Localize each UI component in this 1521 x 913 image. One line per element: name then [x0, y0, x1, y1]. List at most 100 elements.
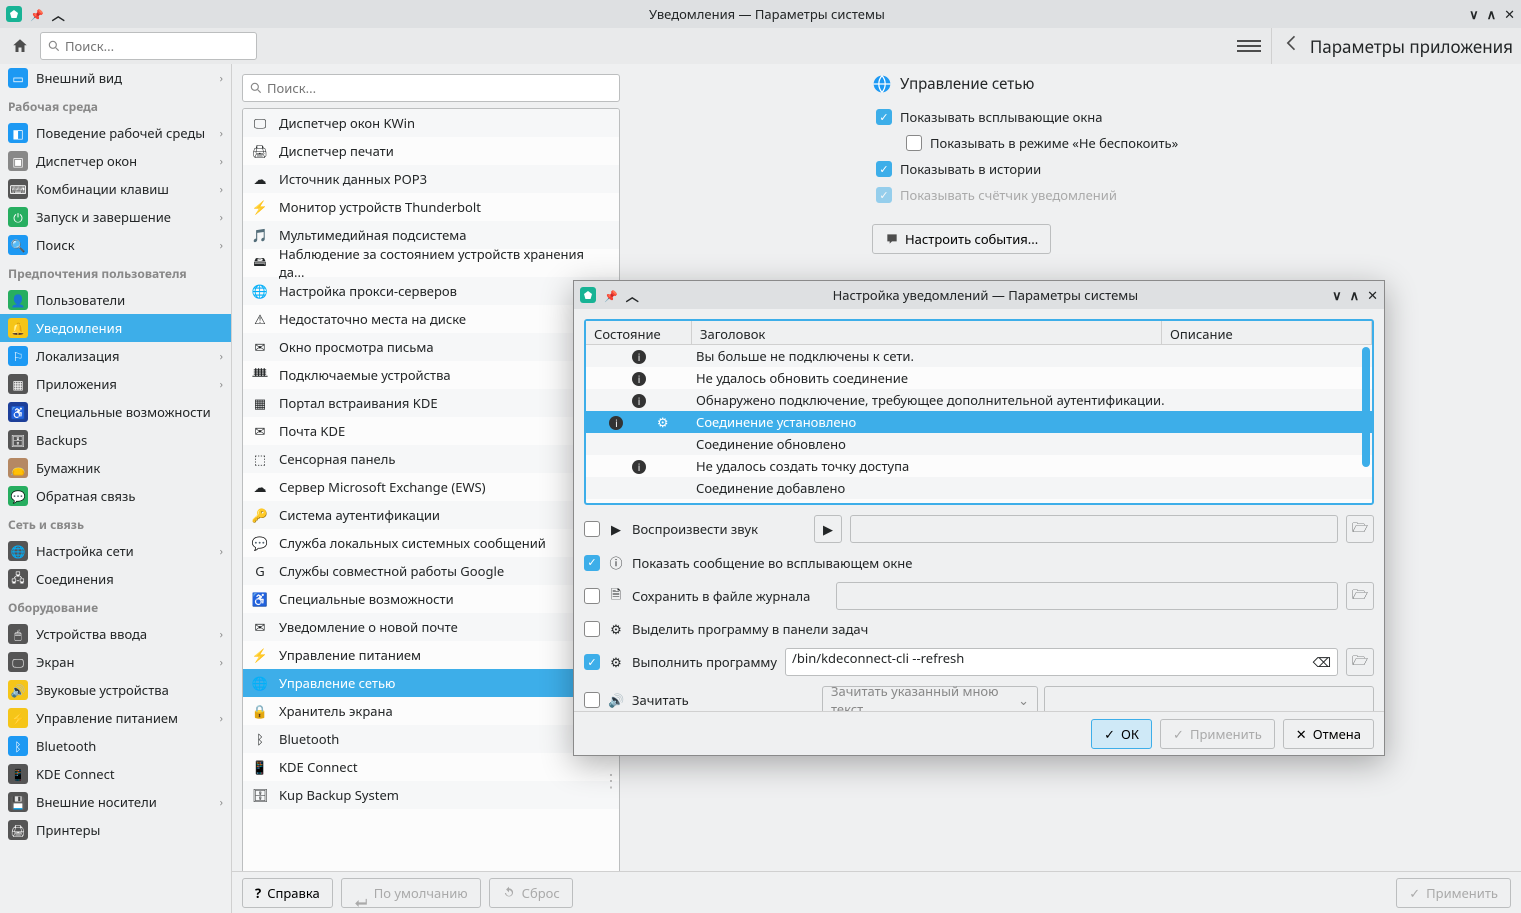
event-row[interactable]: i Вы больше не подключены к сети.: [586, 345, 1372, 367]
browse-log-button[interactable]: 🗁: [1346, 582, 1374, 610]
option-speak[interactable]: 🔊 Зачитать Зачитать указанный мною текст…: [584, 686, 1374, 711]
sidebar-item-input-devices[interactable]: 🖱Устройства ввода›: [0, 620, 231, 648]
preview-sound-button[interactable]: ▶: [814, 515, 842, 543]
app-row[interactable]: 🌐Управление сетью: [243, 669, 619, 697]
scrollbar[interactable]: [1362, 347, 1370, 467]
apply-button[interactable]: ✓ Применить: [1396, 878, 1511, 908]
log-file-input[interactable]: [836, 582, 1338, 610]
sidebar-item-accessibility[interactable]: ♿Специальные возможности: [0, 398, 231, 426]
option-show-history[interactable]: Показывать в истории: [872, 156, 1252, 182]
sidebar-search-input[interactable]: [40, 32, 257, 60]
minimize-icon[interactable]: [1332, 286, 1342, 304]
event-row[interactable]: i Не удалось получить пароли и ключи: [586, 499, 1372, 503]
app-row[interactable]: ✉Почта KDE: [243, 417, 619, 445]
col-desc[interactable]: Описание: [1162, 321, 1372, 344]
app-row[interactable]: 🖨Диспетчер печати: [243, 137, 619, 165]
sidebar-item-printers[interactable]: 🖨Принтеры: [0, 816, 231, 844]
option-play-sound[interactable]: ▶ Воспроизвести звук ▶ 🗁: [584, 515, 1374, 543]
sidebar-item-backups[interactable]: 🗄Backups: [0, 426, 231, 454]
close-icon[interactable]: [1367, 286, 1378, 304]
browse-sound-button[interactable]: 🗁: [1346, 515, 1374, 543]
col-state[interactable]: Состояние: [586, 321, 692, 344]
app-search-input[interactable]: [242, 74, 620, 102]
maximize-icon[interactable]: [1350, 286, 1360, 304]
app-row[interactable]: 🔑Система аутентификации: [243, 501, 619, 529]
col-title[interactable]: Заголовок: [692, 321, 1162, 344]
sidebar-item-search[interactable]: 🔍Поиск›: [0, 231, 231, 259]
option-show-popup[interactable]: ⓘ Показать сообщение во всплывающем окне: [584, 553, 1374, 572]
sidebar-item-removable[interactable]: 💾Внешние носители›: [0, 788, 231, 816]
help-button[interactable]: ? Справка: [242, 878, 333, 908]
app-row[interactable]: 💬Служба локальных системных сообщений: [243, 529, 619, 557]
sidebar-item-feedback[interactable]: 💬Обратная связь: [0, 482, 231, 510]
chevron-up-icon[interactable]: [626, 286, 639, 305]
pin-icon[interactable]: [604, 286, 618, 304]
app-row[interactable]: ᛒBluetooth: [243, 725, 619, 753]
reset-button[interactable]: Сброс: [489, 878, 573, 908]
sidebar-item-power[interactable]: ⚡Управление питанием›: [0, 704, 231, 732]
app-row[interactable]: ✉Уведомление о новой почте: [243, 613, 619, 641]
app-row[interactable]: ☁Источник данных POP3: [243, 165, 619, 193]
event-row[interactable]: Соединение добавлено: [586, 477, 1372, 499]
dialog-apply-button[interactable]: ✓ Применить: [1160, 719, 1275, 749]
sound-file-input[interactable]: [850, 515, 1338, 543]
event-row[interactable]: i Не удалось создать точку доступа: [586, 455, 1372, 477]
close-icon[interactable]: [1504, 5, 1515, 23]
maximize-icon[interactable]: [1487, 5, 1497, 23]
app-row[interactable]: ♿Специальные возможности: [243, 585, 619, 613]
configure-events-button[interactable]: Настроить события...: [872, 224, 1051, 254]
sidebar-item-appearance[interactable]: ▭Внешний вид›: [0, 64, 231, 92]
option-log-file[interactable]: 🗎 Сохранить в файле журнала 🗁: [584, 582, 1374, 610]
option-show-dnd[interactable]: Показывать в режиме «Не беспокоить»: [872, 130, 1252, 156]
app-row[interactable]: GСлужбы совместной работы Google: [243, 557, 619, 585]
menu-button[interactable]: [1237, 34, 1261, 58]
app-list[interactable]: 🖵Диспетчер окон KWin🖨Диспетчер печати☁Ис…: [242, 108, 620, 903]
sidebar-item-kdeconnect[interactable]: 📱KDE Connect: [0, 760, 231, 788]
run-command-input[interactable]: /bin/kdeconnect-cli --refresh ⌫: [785, 648, 1338, 676]
app-row[interactable]: ⚡Монитор устройств Thunderbolt: [243, 193, 619, 221]
pin-icon[interactable]: [30, 5, 44, 23]
sidebar-item-notifications[interactable]: 🔔Уведомления: [0, 314, 231, 342]
sidebar-item-applications[interactable]: ▦Приложения›: [0, 370, 231, 398]
app-row[interactable]: ⚡Управление питанием: [243, 641, 619, 669]
sidebar-item-startup[interactable]: ⏻Запуск и завершение›: [0, 203, 231, 231]
event-row[interactable]: i Обнаружено подключение, требующее допо…: [586, 389, 1372, 411]
sidebar-item-locale[interactable]: ⚐Локализация›: [0, 342, 231, 370]
app-row[interactable]: ᚙПодключаемые устройства: [243, 361, 619, 389]
option-show-popups[interactable]: Показывать всплывающие окна: [872, 104, 1252, 130]
sidebar-item-connections[interactable]: 🖧Соединения: [0, 565, 231, 593]
sidebar-item-shortcuts[interactable]: ⌨Комбинации клавиш›: [0, 175, 231, 203]
sidebar-item-wallet[interactable]: 👝Бумажник: [0, 454, 231, 482]
app-row[interactable]: ✉Окно просмотра письма: [243, 333, 619, 361]
back-button[interactable]: [1282, 33, 1302, 59]
sidebar-item-workspace-behavior[interactable]: ◧Поведение рабочей среды›: [0, 119, 231, 147]
sidebar-item-bluetooth[interactable]: ᛒBluetooth: [0, 732, 231, 760]
clear-icon[interactable]: ⌫: [1313, 653, 1331, 671]
app-row[interactable]: 🖴Наблюдение за состоянием устройств хран…: [243, 249, 619, 277]
defaults-button[interactable]: По умолчанию: [341, 878, 481, 908]
app-row[interactable]: ▦Портал встраивания KDE: [243, 389, 619, 417]
app-row[interactable]: 🌐Настройка прокси-серверов: [243, 277, 619, 305]
option-taskbar[interactable]: ⚙ Выделить программу в панели задач: [584, 620, 1374, 638]
sidebar-item-window-manager[interactable]: ▣Диспетчер окон›: [0, 147, 231, 175]
sidebar-item-audio[interactable]: 🔊Звуковые устройства: [0, 676, 231, 704]
app-row[interactable]: 🔒Хранитель экрана: [243, 697, 619, 725]
app-row[interactable]: 🗄Kup Backup System: [243, 781, 619, 809]
events-table[interactable]: Состояние Заголовок Описание i Вы больше…: [584, 319, 1374, 505]
app-row[interactable]: ⚠Недостаточно места на диске: [243, 305, 619, 333]
app-row[interactable]: 📱KDE Connect: [243, 753, 619, 781]
minimize-icon[interactable]: [1469, 5, 1479, 23]
sidebar-item-display[interactable]: 🖵Экран›: [0, 648, 231, 676]
home-button[interactable]: [8, 34, 32, 58]
sidebar-item-network-settings[interactable]: 🌐Настройка сети›: [0, 537, 231, 565]
cancel-button[interactable]: ✕ Отмена: [1283, 719, 1374, 749]
app-row[interactable]: 🖵Диспетчер окон KWin: [243, 109, 619, 137]
ok-button[interactable]: ✓ ОК: [1091, 719, 1152, 749]
speak-mode-dropdown[interactable]: Зачитать указанный мною текст⌄: [822, 686, 1038, 711]
event-row[interactable]: i ⚙Соединение установлено: [586, 411, 1372, 433]
browse-program-button[interactable]: 🗁: [1346, 648, 1374, 676]
app-row[interactable]: ☁Сервер Microsoft Exchange (EWS): [243, 473, 619, 501]
chevron-up-icon[interactable]: [52, 5, 65, 24]
event-row[interactable]: Соединение обновлено: [586, 433, 1372, 455]
sidebar-item-users[interactable]: 👤Пользователи: [0, 286, 231, 314]
